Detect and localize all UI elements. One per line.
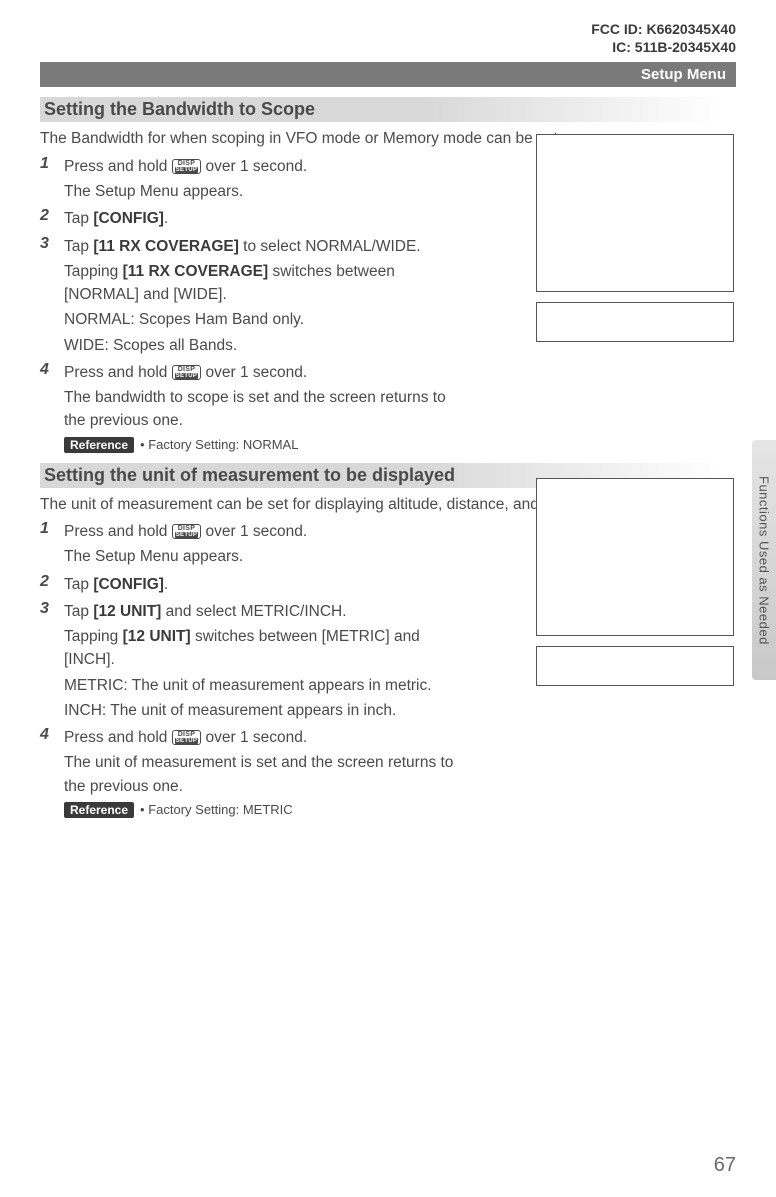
menu-bar: Setup Menu — [40, 62, 736, 87]
step-3: 3 Tap [11 RX COVERAGE] to select NORMAL/… — [40, 235, 460, 357]
document-page: FCC ID: K6620345X40 IC: 511B-20345X40 Se… — [0, 0, 776, 1197]
reference-badge: Reference — [64, 802, 134, 818]
side-tab: Functions Used as Needed — [752, 440, 776, 680]
reference-text: • Factory Setting: NORMAL — [140, 437, 298, 452]
step-1: 1 Press and hold DISPSETUP over 1 second… — [40, 155, 460, 204]
step-4: 4 Press and hold DISPSETUP over 1 second… — [40, 361, 460, 433]
side-tab-label: Functions Used as Needed — [757, 476, 772, 645]
steps-unit: 1 Press and hold DISPSETUP over 1 second… — [40, 520, 460, 798]
step-3: 3 Tap [12 UNIT] and select METRIC/INCH. … — [40, 600, 460, 722]
screenshot-placeholder — [536, 646, 734, 686]
page-number: 67 — [714, 1154, 736, 1177]
disp-setup-key-icon: DISPSETUP — [172, 730, 202, 745]
reference-row: Reference • Factory Setting: NORMAL — [64, 437, 736, 453]
step-2: 2 Tap [CONFIG]. — [40, 207, 460, 230]
section-title-bandwidth: Setting the Bandwidth to Scope — [40, 97, 736, 122]
screenshot-placeholder — [536, 478, 734, 636]
ic-id: IC: 511B-20345X40 — [40, 38, 736, 56]
fcc-id: FCC ID: K6620345X40 — [40, 20, 736, 38]
screenshot-placeholder — [536, 302, 734, 342]
header-ids: FCC ID: K6620345X40 IC: 511B-20345X40 — [40, 20, 736, 56]
steps-bandwidth: 1 Press and hold DISPSETUP over 1 second… — [40, 155, 460, 433]
step-2: 2 Tap [CONFIG]. — [40, 573, 460, 596]
reference-badge: Reference — [64, 437, 134, 453]
step-4: 4 Press and hold DISPSETUP over 1 second… — [40, 726, 460, 798]
step-1: 1 Press and hold DISPSETUP over 1 second… — [40, 520, 460, 569]
reference-row: Reference • Factory Setting: METRIC — [64, 802, 736, 818]
disp-setup-key-icon: DISPSETUP — [172, 524, 202, 539]
disp-setup-key-icon: DISPSETUP — [172, 159, 202, 174]
screenshot-placeholder — [536, 134, 734, 292]
reference-text: • Factory Setting: METRIC — [140, 802, 293, 817]
disp-setup-key-icon: DISPSETUP — [172, 365, 202, 380]
